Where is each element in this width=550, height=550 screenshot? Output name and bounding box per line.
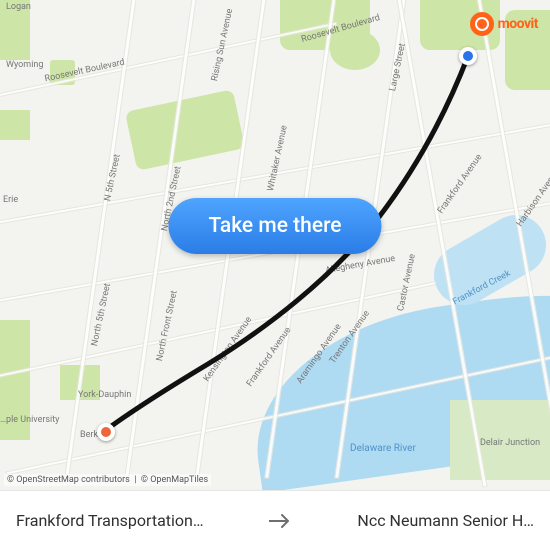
map-label-castor: Castor Avenue	[396, 253, 418, 312]
map-label-frankford-upper: Frankford Avenue	[436, 153, 484, 216]
route-origin-title: Frankford Transportation…	[16, 511, 204, 530]
map-label-whitaker: Whitaker Avenue	[266, 125, 290, 193]
map-label-nfront: North Front Street	[155, 290, 180, 362]
map-label-n5th-upper: N 5th Street	[103, 153, 123, 202]
map-attribution: © OpenStreetMap contributors | © OpenMap…	[4, 474, 211, 486]
map-label-wyoming: Wyoming	[6, 60, 43, 70]
take-me-there-button[interactable]: Take me there	[168, 198, 381, 254]
map-label-delair-junction: Delair Junction	[480, 438, 540, 448]
marker-origin[interactable]	[459, 47, 477, 65]
map-label-york-dauphin: York-Dauphin	[78, 390, 131, 400]
map-label-logan: Logan	[6, 2, 31, 12]
attribution-osm[interactable]: © OpenStreetMap contributors	[7, 475, 130, 485]
moovit-logo[interactable]: moovit	[470, 12, 538, 36]
park-block	[125, 89, 245, 171]
map-label-allegheny: Allegheny Avenue	[325, 254, 396, 276]
marker-destination[interactable]	[97, 423, 115, 441]
moovit-wordmark: moovit	[498, 16, 538, 32]
route-footer: Frankford Transportation… Ncc Neumann Se…	[0, 490, 550, 550]
route-destination-title: Ncc Neumann Senior H…	[357, 511, 534, 530]
map-label-large: Large Street	[388, 43, 408, 93]
park-block	[0, 110, 30, 140]
map-viewport[interactable]: Logan Wyoming Roosevelt Boulevard Roosev…	[0, 0, 550, 490]
moovit-mark-icon	[470, 12, 494, 36]
park-block	[330, 30, 380, 70]
map-label-erie: Erie	[3, 195, 18, 205]
arrow-right-icon	[267, 513, 293, 529]
attribution-tiles[interactable]: © OpenMapTiles	[141, 475, 208, 485]
map-label-delaware-river: Delaware River	[350, 443, 416, 454]
map-label-frankford-lower: Frankford Avenue	[245, 326, 293, 389]
map-label-temple-university: …ple University	[0, 415, 59, 425]
